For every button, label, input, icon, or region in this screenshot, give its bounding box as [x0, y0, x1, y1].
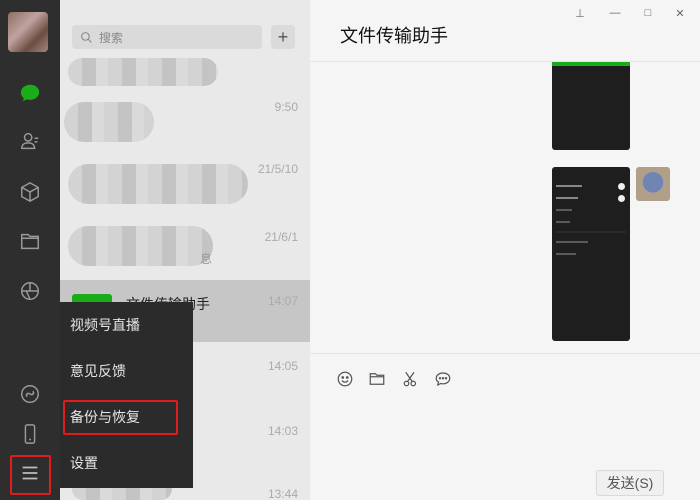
pin-button[interactable]: ⊥ — [570, 6, 590, 20]
menu-item-backup-restore[interactable]: 备份与恢复 — [60, 394, 193, 440]
list-item-time: 14:07 — [267, 294, 298, 308]
avatar[interactable] — [8, 12, 48, 52]
chat-title: 文件传输助手 — [340, 26, 448, 46]
list-item-time: 13:44 — [267, 487, 298, 500]
menu-icon[interactable] — [17, 460, 43, 486]
input-toolbar: 发送(S) — [310, 353, 700, 500]
list-item-time: 9:50 — [274, 100, 298, 114]
favorites-icon[interactable] — [17, 179, 43, 205]
menu-item-live[interactable]: 视频号直播 — [60, 302, 193, 348]
list-item-time: 21/5/10 — [257, 162, 298, 176]
image-message[interactable] — [552, 62, 630, 150]
chat-icon[interactable] — [17, 80, 43, 106]
list-item-snippet: 息 — [200, 252, 213, 266]
menu-item-feedback[interactable]: 意见反馈 — [60, 348, 193, 394]
emoji-icon[interactable] — [334, 368, 356, 390]
send-button[interactable]: 发送(S) — [596, 470, 664, 496]
files-icon[interactable] — [17, 228, 43, 254]
list-item-time: 21/6/1 — [264, 230, 298, 244]
chat-header: 文件传输助手 ⊥ — □ ✕ — [310, 0, 700, 62]
close-button[interactable]: ✕ — [670, 6, 690, 20]
search-placeholder: 搜索 — [99, 30, 124, 45]
scissors-icon[interactable] — [400, 368, 422, 390]
nav-sidebar — [0, 0, 60, 500]
sender-avatar[interactable] — [636, 167, 670, 201]
miniprogram-icon[interactable] — [17, 381, 43, 407]
minimize-button[interactable]: — — [605, 6, 625, 20]
list-item-time: 14:03 — [267, 424, 298, 438]
search-icon — [81, 31, 92, 43]
list-item[interactable]: 21/5/10 — [60, 154, 310, 216]
menu-item-settings[interactable]: 设置 — [60, 440, 193, 486]
search-input[interactable]: 搜索 — [72, 25, 262, 49]
folder-icon[interactable] — [366, 368, 388, 390]
list-item[interactable] — [60, 56, 310, 92]
add-chat-button[interactable]: + — [271, 25, 295, 49]
contacts-icon[interactable] — [17, 128, 43, 154]
image-message[interactable] — [552, 167, 630, 341]
list-item[interactable]: 9:50 — [60, 92, 310, 154]
maximize-button[interactable]: □ — [638, 6, 658, 20]
settings-popup-menu: 视频号直播 意见反馈 备份与恢复 设置 — [60, 302, 193, 488]
phone-icon[interactable] — [17, 421, 43, 447]
chat-pane: 文件传输助手 ⊥ — □ ✕ 发送(S) — [310, 0, 700, 500]
list-item-time: 14:05 — [267, 359, 298, 373]
chat-bubble-icon[interactable] — [432, 368, 454, 390]
list-item[interactable]: 息 21/6/1 — [60, 216, 310, 278]
moments-icon[interactable] — [17, 278, 43, 304]
